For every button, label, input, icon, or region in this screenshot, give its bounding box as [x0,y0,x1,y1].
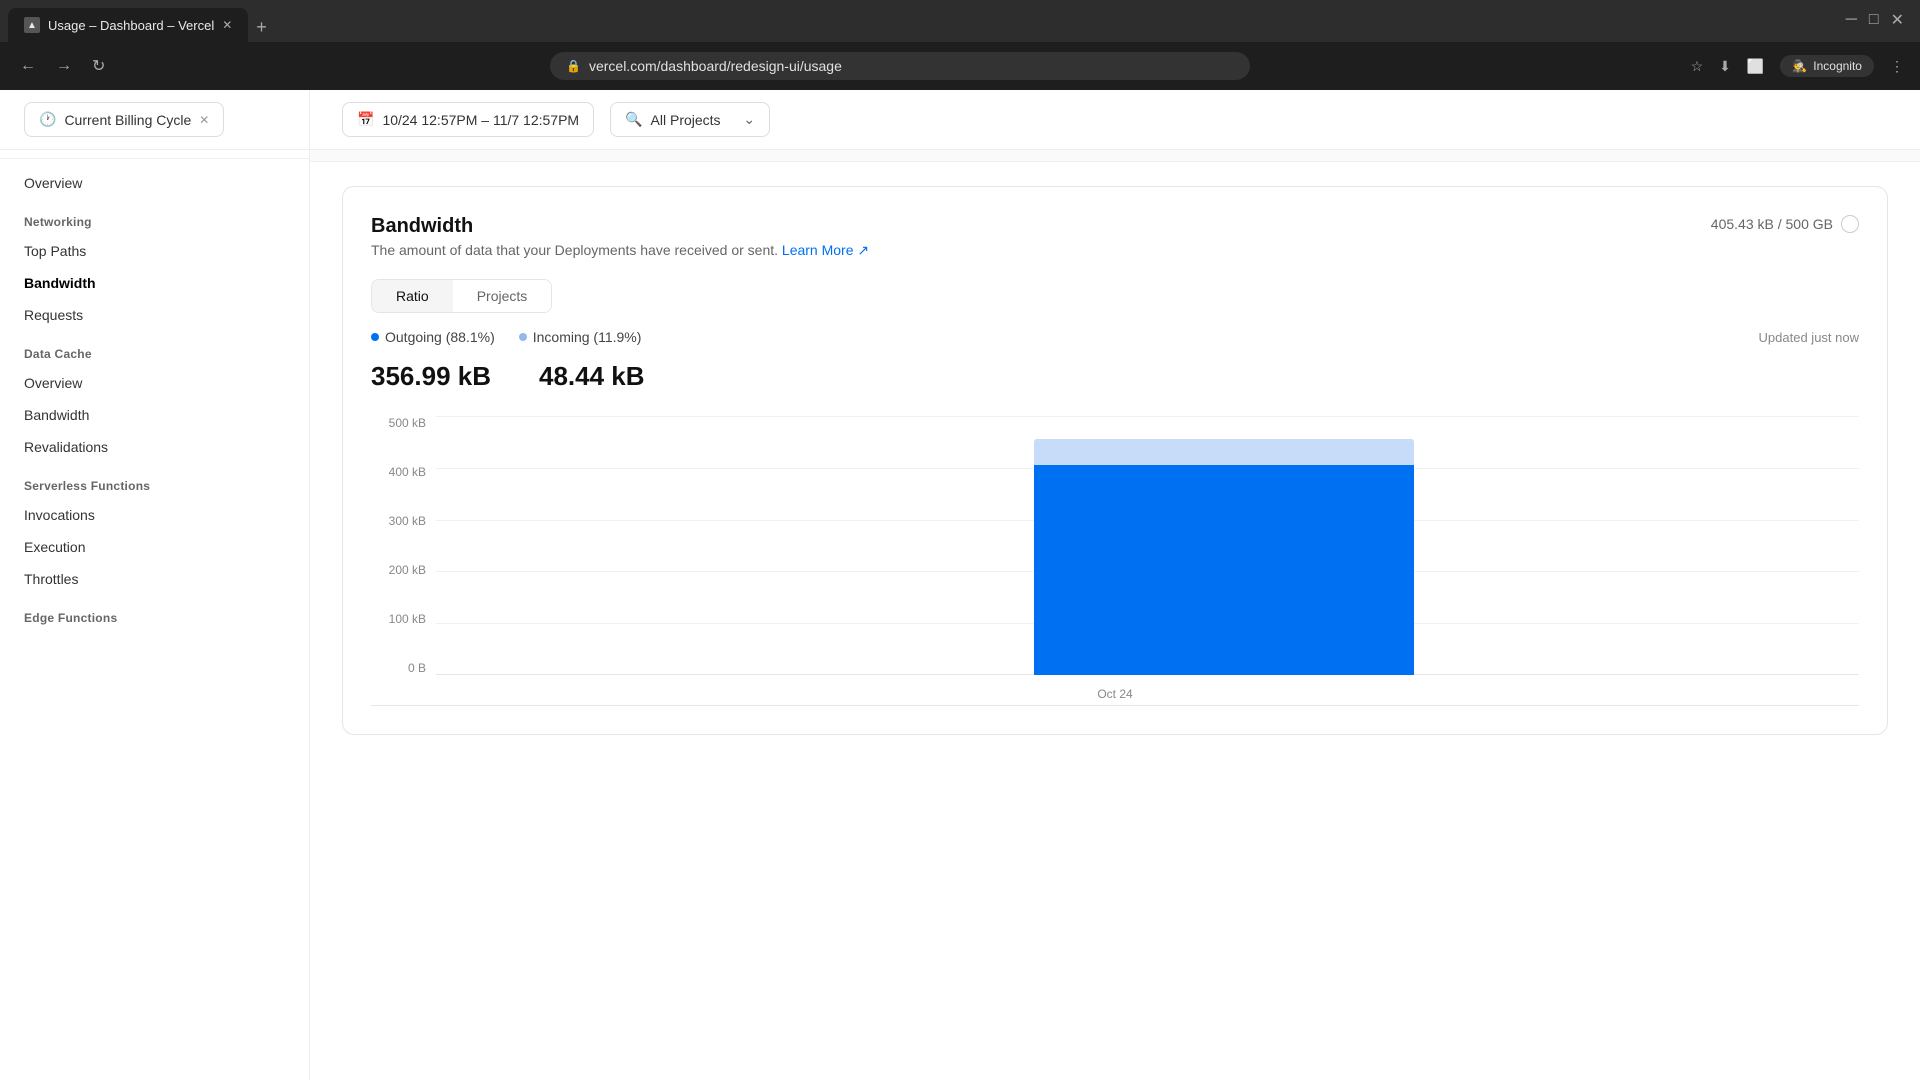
bar-oct24 [1034,439,1414,675]
sidebar-item-execution[interactable]: Execution [0,531,309,563]
sidebar-item-overview-label: Overview [24,175,82,191]
usage-text: 405.43 kB / 500 GB [1711,216,1833,232]
tab-ratio[interactable]: Ratio [372,280,453,312]
incoming-metric: 48.44 kB [539,361,645,392]
y-label-100: 100 kB [371,612,426,626]
extensions-icon[interactable]: ⬜ [1747,58,1764,75]
bandwidth-tab-bar: Ratio Projects [371,279,552,313]
sidebar-item-invocations[interactable]: Invocations [0,499,309,531]
tab-title: Usage – Dashboard – Vercel [48,18,214,33]
sidebar-section-serverless: Serverless Functions [0,463,309,499]
minimize-button[interactable]: ─ [1846,11,1857,29]
chart-plot-area [436,416,1859,675]
incoming-dot [519,333,527,341]
sidebar-item-overview[interactable]: Overview [0,167,309,199]
billing-cycle-label: Current Billing Cycle [64,112,191,128]
legend-outgoing: Outgoing (88.1%) [371,329,495,345]
sidebar-item-top-paths[interactable]: Top Paths [0,235,309,267]
bandwidth-chart: 500 kB 400 kB 300 kB 200 kB 100 kB 0 B [371,416,1859,706]
sidebar-divider-top [0,158,309,159]
sidebar-item-bandwidth[interactable]: Bandwidth [0,267,309,299]
top-bar: 🕐 Current Billing Cycle ✕ [0,90,309,150]
sidebar-item-execution-label: Execution [24,539,85,555]
new-tab-button[interactable]: + [248,13,275,42]
reload-button[interactable]: ↻ [88,52,109,80]
date-range-text: 10/24 12:57PM – 11/7 12:57PM [382,112,579,128]
learn-more-link[interactable]: Learn More ↗ [782,242,869,258]
sidebar-item-data-cache-bandwidth-label: Bandwidth [24,407,89,423]
sidebar-section-edge-functions: Edge Functions [0,595,309,631]
billing-cycle-button[interactable]: 🕐 Current Billing Cycle ✕ [24,102,224,137]
date-range-button[interactable]: 📅 10/24 12:57PM – 11/7 12:57PM [342,102,594,137]
bookmark-icon[interactable]: ☆ [1691,58,1704,75]
calendar-icon: 📅 [357,111,374,128]
sidebar-item-throttles[interactable]: Throttles [0,563,309,595]
metrics-row: 356.99 kB 48.44 kB [371,361,1859,392]
tab-projects[interactable]: Projects [453,280,552,312]
x-label-oct24: Oct 24 [1097,687,1132,701]
projects-label: All Projects [651,112,721,128]
lock-icon: 🔒 [566,59,581,73]
menu-icon[interactable]: ⋮ [1890,58,1904,75]
sidebar-section-data-cache: Data Cache [0,331,309,367]
clear-billing-cycle-icon[interactable]: ✕ [199,113,209,127]
incognito-icon: 🕵 [1792,59,1807,73]
sidebar-item-invocations-label: Invocations [24,507,95,523]
search-icon: 🔍 [625,111,642,128]
incognito-button[interactable]: 🕵 Incognito [1780,55,1874,77]
top-section-placeholder [310,150,1920,162]
sidebar-item-bandwidth-label: Bandwidth [24,275,96,291]
sidebar-section-networking: Networking [0,199,309,235]
bandwidth-description: The amount of data that your Deployments… [371,242,869,259]
sidebar-item-requests[interactable]: Requests [0,299,309,331]
y-label-200: 200 kB [371,563,426,577]
y-label-300: 300 kB [371,514,426,528]
sidebar-item-data-cache-overview-label: Overview [24,375,82,391]
active-tab[interactable]: ▲ Usage – Dashboard – Vercel ✕ [8,8,248,42]
url-text: vercel.com/dashboard/redesign-ui/usage [589,58,842,74]
download-icon[interactable]: ⬇ [1719,58,1731,75]
bandwidth-card: Bandwidth The amount of data that your D… [342,186,1888,735]
outgoing-dot [371,333,379,341]
sidebar-item-requests-label: Requests [24,307,83,323]
bandwidth-usage-display: 405.43 kB / 500 GB [1711,215,1859,233]
sidebar-item-top-paths-label: Top Paths [24,243,86,259]
sidebar: 🕐 Current Billing Cycle ✕ Overview Netwo… [0,90,310,1080]
back-button[interactable]: ← [16,53,40,79]
outgoing-label: Outgoing (88.1%) [385,329,495,345]
close-button[interactable]: ✕ [1891,10,1904,30]
projects-filter-button[interactable]: 🔍 All Projects ⌄ [610,102,770,137]
outgoing-value: 356.99 kB [371,361,491,392]
bar-incoming [1034,439,1414,465]
legend-incoming: Incoming (11.9%) [519,329,642,345]
y-label-500: 500 kB [371,416,426,430]
incoming-value: 48.44 kB [539,361,645,392]
chevron-down-icon: ⌄ [743,111,755,128]
y-label-0: 0 B [371,661,426,675]
incoming-label: Incoming (11.9%) [533,329,642,345]
sidebar-item-data-cache-bandwidth[interactable]: Bandwidth [0,399,309,431]
gridline-top [436,416,1859,417]
bandwidth-title: Bandwidth [371,215,869,238]
refresh-icon[interactable] [1841,215,1859,233]
clock-icon: 🕐 [39,111,56,128]
chart-legend: Outgoing (88.1%) Incoming (11.9%) [371,329,641,345]
sidebar-item-revalidations[interactable]: Revalidations [0,431,309,463]
outgoing-metric: 356.99 kB [371,361,491,392]
tab-favicon: ▲ [24,17,40,33]
sidebar-item-data-cache-overview[interactable]: Overview [0,367,309,399]
bar-outgoing [1034,465,1414,675]
address-bar[interactable]: 🔒 vercel.com/dashboard/redesign-ui/usage [550,52,1250,80]
chart-y-axis: 500 kB 400 kB 300 kB 200 kB 100 kB 0 B [371,416,426,675]
incognito-label: Incognito [1813,59,1862,73]
main-content: 📅 10/24 12:57PM – 11/7 12:57PM 🔍 All Pro… [310,90,1920,1080]
sidebar-item-throttles-label: Throttles [24,571,78,587]
updated-text: Updated just now [1759,330,1859,345]
maximize-button[interactable]: □ [1869,11,1879,29]
y-label-400: 400 kB [371,465,426,479]
forward-button[interactable]: → [52,53,76,79]
sidebar-item-revalidations-label: Revalidations [24,439,108,455]
tab-close-button[interactable]: ✕ [222,18,232,32]
